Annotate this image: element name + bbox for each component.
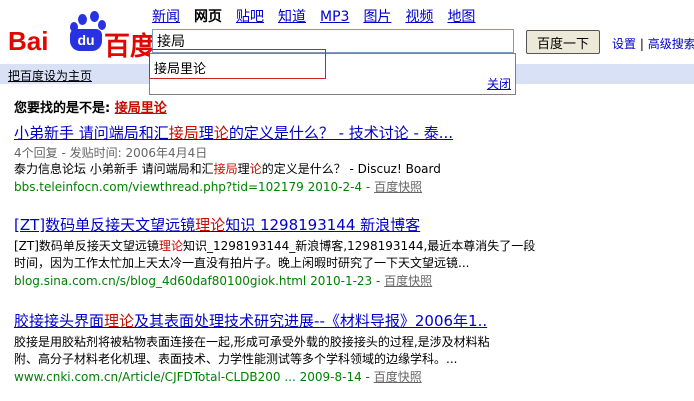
nav-item[interactable]: 新闻 <box>152 9 180 25</box>
result-snippet-line2: 附、高分子材料老化机理、表面技术、力学性能测试等多个学科领域的边缘学科。... <box>14 352 458 366</box>
result-title-link[interactable]: [ZT]数码单反接天文望远镜理论知识 1298193144 新浪博客 <box>14 216 420 234</box>
nav-item: 网页 <box>194 9 222 25</box>
did-you-mean-prefix: 您要找的是不是: <box>14 101 115 116</box>
nav-item[interactable]: 地图 <box>447 9 475 25</box>
result-snippet: 胶接是用胶粘剂将被粘物表面连接在一起,形成可承受外载的胶接接头的过程,是涉及材料… <box>14 335 490 349</box>
result-snippet-line2: 时间，因为工作太忙加上天太冷一直没有拍片子。晚上闲暇时研究了一下天文望远镜... <box>14 256 470 270</box>
result-url: bbs.teleinfocn.com/viewthread.php?tid=10… <box>14 180 423 194</box>
result-item: 小弟新手 请问端局和汇接局理论的定义是什么？ - 技术讨论 - 泰... 4个回… <box>14 122 684 195</box>
logo-du-badge: du <box>70 29 102 51</box>
did-you-mean: 您要找的是不是: 接局里论 <box>14 97 167 116</box>
link-separator: | <box>639 37 644 51</box>
logo-text-bai: Bai <box>8 26 49 56</box>
result-snippet: 泰力信息论坛 小弟新手 请问端局和汇接局理论的定义是什么？ - Discuz! … <box>14 162 441 176</box>
set-homepage-link[interactable]: 把百度设为主页 <box>8 67 92 84</box>
paw-toe-icon <box>90 11 99 22</box>
result-title-link[interactable]: 小弟新手 请问端局和汇接局理论的定义是什么？ - 技术讨论 - 泰... <box>14 124 453 142</box>
snapshot-link[interactable]: 百度快照 <box>374 180 422 194</box>
result-url: www.cnki.com.cn/Article/CJFDTotal-CLDB20… <box>14 370 422 384</box>
did-you-mean-link[interactable]: 接局里论 <box>115 101 167 116</box>
baidu-logo[interactable]: Bai du 百度 <box>8 11 156 61</box>
advanced-search-link[interactable]: 高级搜索 <box>648 37 694 51</box>
result-item: 胶接接头界面理论及其表面处理技术研究进展--《材料导报》2006年1.. 胶接是… <box>14 310 684 385</box>
search-button[interactable]: 百度一下 <box>526 30 600 54</box>
result-title-link[interactable]: 胶接接头界面理论及其表面处理技术研究进展--《材料导报》2006年1.. <box>14 312 487 330</box>
product-nav: 新闻 网页 贴吧 知道 MP3 图片 视频 地图 <box>152 6 489 25</box>
suggestion-highlight-box <box>149 49 326 79</box>
nav-item[interactable]: MP3 <box>320 9 349 25</box>
top-links: 设置 | 高级搜索 <box>612 35 694 52</box>
result-url: blog.sina.com.cn/s/blog_4d60daf80100giok… <box>14 274 433 288</box>
nav-item[interactable]: 视频 <box>405 9 433 25</box>
suggestion-close-link[interactable]: 关闭 <box>487 75 511 92</box>
result-item: [ZT]数码单反接天文望远镜理论知识 1298193144 新浪博客 [ZT]数… <box>14 214 684 289</box>
snapshot-link[interactable]: 百度快照 <box>384 274 432 288</box>
nav-item[interactable]: 贴吧 <box>236 9 264 25</box>
settings-link[interactable]: 设置 <box>612 37 636 51</box>
snapshot-link[interactable]: 百度快照 <box>374 370 422 384</box>
nav-item[interactable]: 图片 <box>363 9 391 25</box>
paw-toe-icon <box>78 14 87 25</box>
result-meta: 4个回复 - 发贴时间: 2006年4月4日 <box>14 146 208 160</box>
nav-item[interactable]: 知道 <box>278 9 306 25</box>
result-snippet: [ZT]数码单反接天文望远镜理论知识_1298193144_新浪博客,12981… <box>14 239 536 253</box>
